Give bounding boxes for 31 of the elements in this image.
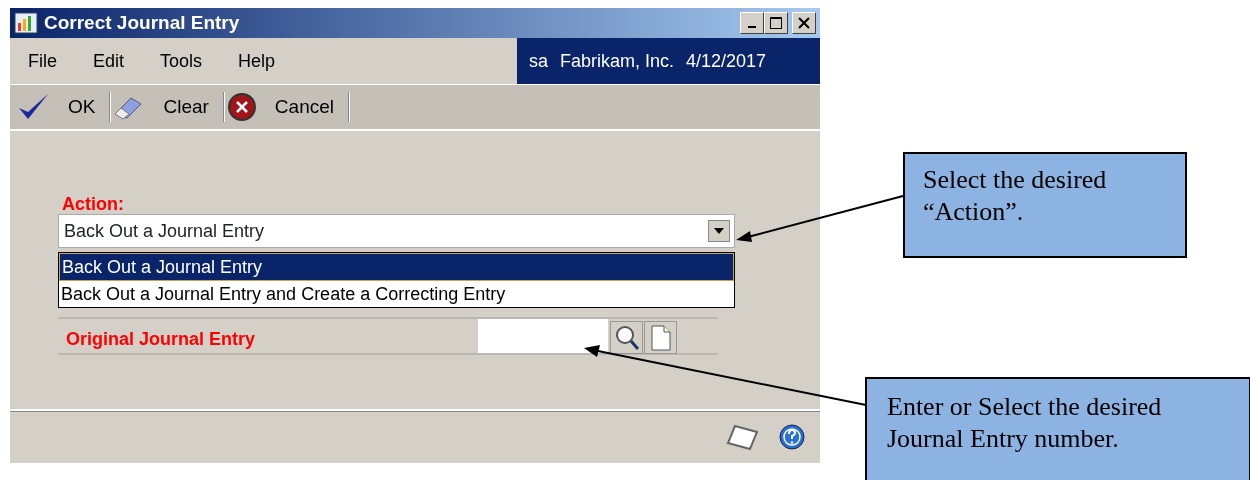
user-name: sa	[529, 49, 548, 73]
ok-button[interactable]: OK	[14, 92, 110, 122]
help-icon[interactable]	[778, 423, 806, 451]
field-label: Original Journal Entry	[66, 328, 256, 351]
callout: Enter or Select the desired Journal Entry number.	[865, 377, 1250, 480]
maximize-button[interactable]	[764, 12, 788, 34]
dropdown-option[interactable]: Back Out a Journal Entry	[59, 253, 734, 281]
caret-icon	[714, 228, 724, 234]
menu-item[interactable]: File	[10, 47, 75, 75]
maximize-icon	[769, 16, 783, 30]
search-icon[interactable]	[610, 321, 643, 354]
menu-item[interactable]: Tools	[142, 47, 221, 75]
note-icon[interactable]	[726, 423, 760, 451]
dropdown-option[interactable]: Back Out a Journal Entry and Create a Correcting Entry	[59, 281, 734, 307]
menu-item[interactable]: Help	[220, 47, 294, 75]
menu-item[interactable]: Edit	[75, 47, 143, 75]
field-label: Action:	[62, 193, 124, 216]
session-date: 4/12/2017	[686, 49, 767, 73]
minimize-icon	[748, 26, 756, 28]
cancel-button[interactable]: Cancel	[224, 92, 348, 122]
company-name: Fabrikam, Inc.	[560, 49, 675, 73]
close-icon	[798, 17, 810, 29]
close-button[interactable]	[792, 12, 816, 34]
action-dropdown[interactable]: Back Out a Journal Entry	[58, 214, 735, 248]
input-field[interactable]	[478, 319, 608, 353]
cancel-icon	[226, 92, 257, 122]
callout: Select the desired “Action”.	[903, 152, 1187, 258]
app-icon	[14, 12, 38, 34]
clear-button[interactable]: Clear	[111, 92, 223, 122]
minimize-button[interactable]	[740, 12, 764, 34]
window-title: Correct Journal Entry	[44, 10, 240, 35]
